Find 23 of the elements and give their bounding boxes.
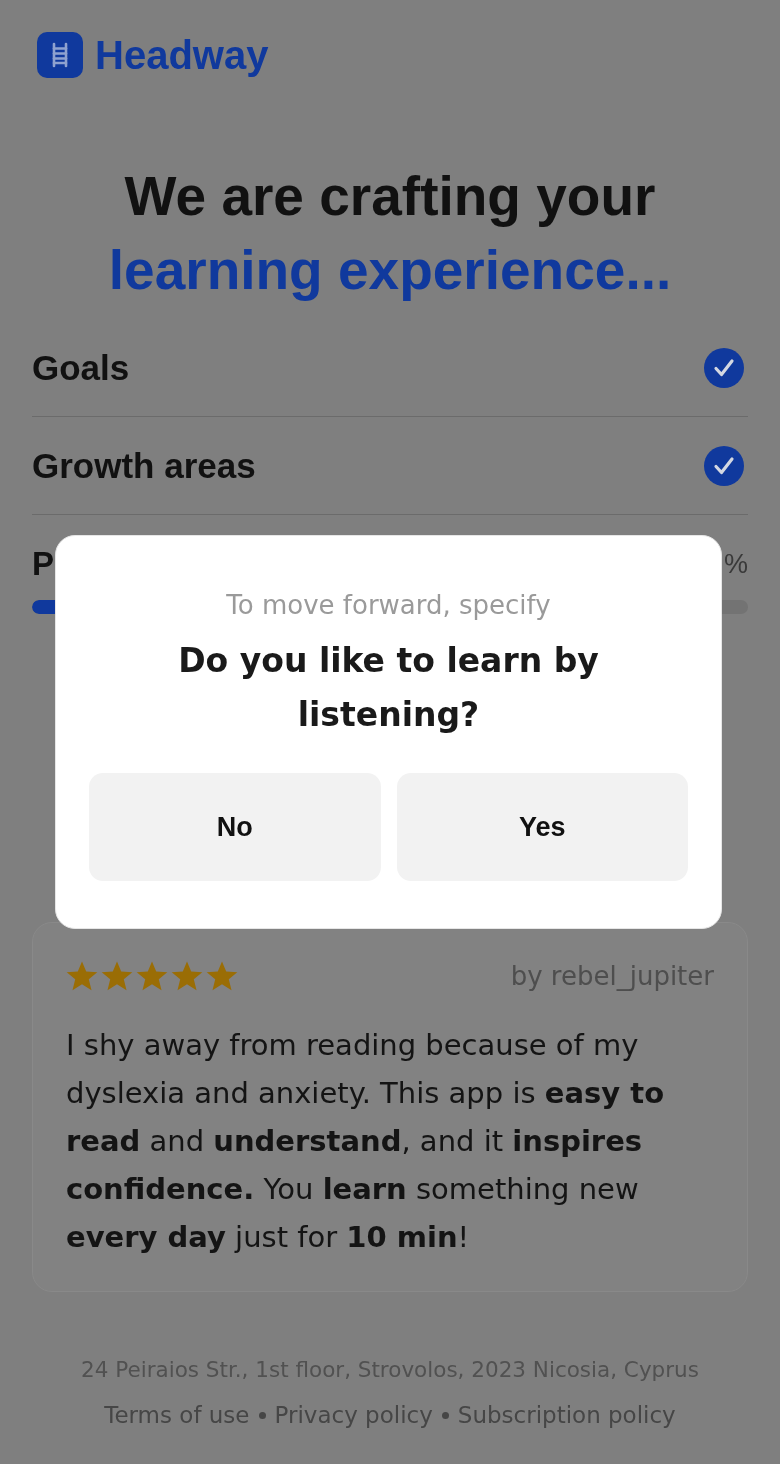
ladder-logo-icon bbox=[37, 32, 83, 78]
star-icon bbox=[101, 960, 133, 992]
bullet-icon bbox=[441, 1411, 449, 1419]
review-text: I shy away from reading because of my dyslexia and anxiety. This app is easy to read and understand, and it inspires confidence. You learn something new every day just for 10 min! bbox=[66, 1027, 666, 1256]
star-icon bbox=[66, 960, 98, 992]
footer-link[interactable]: Subscription policy bbox=[457, 1399, 676, 1431]
star-icon bbox=[171, 960, 203, 992]
step-label: Growth areas bbox=[32, 445, 256, 486]
headline-highlight: learning experience... bbox=[108, 238, 672, 303]
headline: We are crafting your bbox=[124, 164, 656, 229]
percent-reading: % bbox=[724, 548, 748, 580]
answer-button[interactable]: Yes bbox=[396, 773, 688, 881]
logo-text: Headway bbox=[95, 32, 269, 78]
star-icon bbox=[206, 960, 238, 992]
star-icon bbox=[136, 960, 168, 992]
answer-button[interactable]: No bbox=[89, 773, 381, 881]
step-label: Goals bbox=[32, 347, 130, 388]
dialog-subtitle: To move forward, specify bbox=[226, 589, 551, 621]
step-label: P bbox=[32, 545, 54, 583]
bullet-icon bbox=[258, 1411, 266, 1419]
footer-link[interactable]: Terms of use bbox=[104, 1399, 250, 1431]
dialog-question: Do you like to learn by listening? bbox=[177, 640, 600, 736]
footer-link[interactable]: Privacy policy bbox=[274, 1399, 433, 1431]
